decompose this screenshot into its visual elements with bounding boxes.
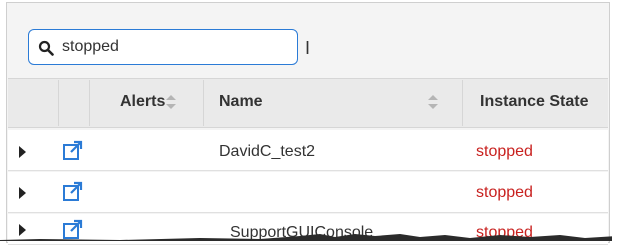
search-filter[interactable]: stopped I bbox=[28, 29, 310, 65]
sort-icon[interactable] bbox=[166, 95, 176, 109]
column-header-instance-state[interactable]: Instance State bbox=[480, 93, 588, 111]
sort-icon[interactable] bbox=[428, 95, 438, 109]
column-header-alerts[interactable]: Alerts bbox=[120, 93, 165, 111]
external-link-icon[interactable] bbox=[62, 140, 84, 162]
text-cursor-icon: I bbox=[305, 38, 311, 58]
column-divider bbox=[203, 80, 204, 126]
column-divider bbox=[462, 80, 463, 126]
external-link-icon[interactable] bbox=[62, 181, 84, 203]
column-divider bbox=[58, 80, 59, 126]
torn-edge bbox=[0, 234, 617, 241]
right-edge bbox=[612, 0, 617, 241]
column-header-name[interactable]: Name bbox=[219, 93, 263, 111]
search-icon bbox=[38, 40, 54, 56]
instance-name: DavidC_test2 bbox=[219, 143, 316, 160]
search-input[interactable]: stopped bbox=[62, 38, 119, 56]
column-divider bbox=[89, 80, 90, 126]
instance-state: stopped bbox=[476, 143, 533, 160]
instance-state: stopped bbox=[476, 184, 533, 201]
expand-triangle-icon[interactable] bbox=[19, 187, 26, 199]
expand-triangle-icon[interactable] bbox=[19, 146, 26, 158]
